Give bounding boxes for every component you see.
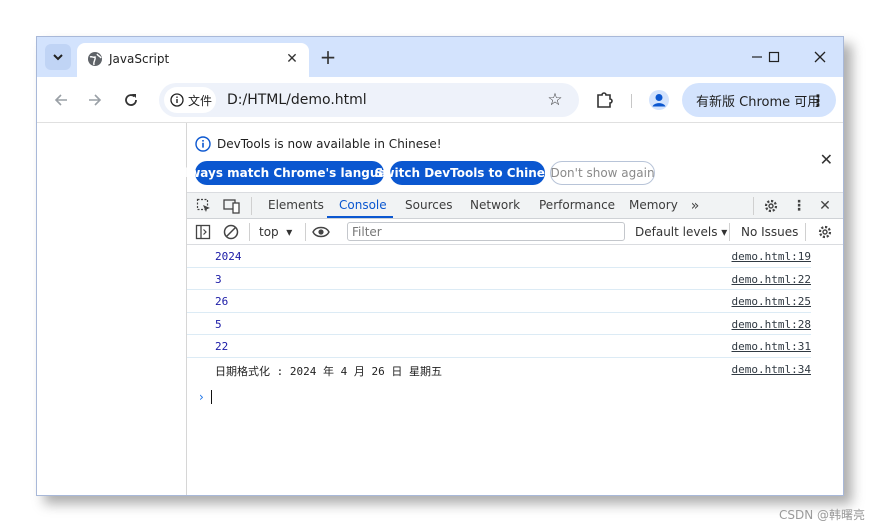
reload-icon: [125, 94, 137, 106]
arrow-right-icon: [89, 94, 102, 106]
back-button[interactable]: [49, 88, 73, 112]
toolbar-divider: [305, 223, 306, 241]
new-tab-button[interactable]: +: [317, 46, 339, 68]
address-bar[interactable]: 文件 D:/HTML/demo.html ☆: [159, 83, 579, 117]
tab-console[interactable]: Console: [339, 198, 387, 212]
always-match-language-button[interactable]: Always match Chrome's language: [176, 161, 403, 185]
browser-window: JavaScript ✕ + 文件 D:/HTML/demo.html ☆ 有新…: [36, 36, 844, 496]
reload-button[interactable]: [119, 88, 143, 112]
devtools-language-infobar: DevTools is now available in Chinese! Al…: [176, 123, 843, 193]
console-toolbar: top ▾ Default levels ▾ No Issues: [187, 219, 843, 245]
forward-button[interactable]: [83, 88, 107, 112]
tab-performance[interactable]: Performance: [539, 198, 615, 212]
source-link[interactable]: demo.html:19: [732, 250, 811, 263]
tab-title: JavaScript: [109, 52, 170, 66]
restore-button[interactable]: [760, 47, 788, 67]
tab-sources[interactable]: Sources: [405, 198, 452, 212]
close-icon[interactable]: ✕: [283, 50, 301, 68]
chrome-update-button[interactable]: 有新版 Chrome 可用 ⋮: [682, 83, 836, 117]
live-expression-eye-icon[interactable]: [312, 223, 330, 241]
console-message-row: 22 demo.html:31: [187, 335, 811, 358]
tab-javascript[interactable]: JavaScript ✕: [77, 43, 309, 77]
arrow-left-icon: [54, 94, 67, 106]
source-link[interactable]: demo.html:22: [732, 273, 811, 286]
console-filter-input[interactable]: [347, 222, 625, 241]
device-toolbar-icon[interactable]: [223, 197, 241, 215]
page-viewport: [37, 123, 187, 495]
toolbar-divider: [631, 94, 632, 108]
extensions-puzzle-icon[interactable]: [594, 88, 616, 110]
console-log-list: 2024 demo.html:19 3 demo.html:22 26 demo…: [187, 245, 843, 380]
console-message-row: 3 demo.html:22: [187, 268, 811, 290]
context-selector[interactable]: top ▾: [259, 225, 292, 239]
source-link[interactable]: demo.html:28: [732, 318, 811, 331]
info-icon: [170, 93, 184, 107]
site-info-label: 文件: [188, 93, 213, 108]
console-message-value: 3: [215, 272, 222, 286]
context-value: top: [259, 225, 279, 239]
close-icon: [814, 51, 826, 63]
sidebar-toggle-icon[interactable]: [194, 223, 212, 241]
source-link[interactable]: demo.html:25: [732, 295, 811, 308]
watermark: CSDN @韩曙亮: [778, 508, 865, 522]
console-message-value: 26: [215, 295, 229, 308]
update-button-label: 有新版 Chrome 可用: [696, 94, 821, 110]
tab-network[interactable]: Network: [470, 198, 520, 212]
toolbar-divider: [729, 223, 730, 241]
more-tabs-chevron-icon[interactable]: »: [686, 197, 704, 215]
console-message-value: 5: [215, 317, 222, 331]
console-prompt-chevron-icon: ›: [199, 390, 204, 404]
tab-strip: JavaScript ✕ +: [37, 37, 843, 77]
tab-divider: [251, 197, 252, 215]
close-icon[interactable]: ✕: [820, 150, 833, 169]
console-message-value: 2024: [215, 250, 242, 263]
info-icon: [195, 136, 211, 152]
console-message-value: 22: [215, 340, 229, 353]
inspect-element-icon[interactable]: [195, 197, 213, 215]
log-levels-dropdown[interactable]: Default levels ▾: [635, 225, 727, 239]
browser-toolbar: 文件 D:/HTML/demo.html ☆ 有新版 Chrome 可用 ⋮: [37, 77, 843, 123]
toolbar-divider: [249, 223, 250, 241]
tab-search-button[interactable]: [45, 44, 71, 70]
console-input-caret[interactable]: [211, 390, 212, 404]
issues-counter[interactable]: No Issues: [741, 225, 798, 239]
chevron-down-icon: [53, 54, 63, 61]
console-message-row: 2024 demo.html:19: [187, 245, 811, 268]
switch-to-chinese-button[interactable]: Switch DevTools to Chinese: [375, 161, 560, 185]
window-close-button[interactable]: [806, 47, 834, 67]
bookmark-star-icon[interactable]: ☆: [545, 90, 565, 110]
source-link[interactable]: demo.html:34: [732, 363, 811, 376]
globe-icon: [88, 52, 102, 66]
close-devtools-icon[interactable]: ✕: [816, 197, 834, 215]
dont-show-again-button[interactable]: Don't show again: [550, 161, 655, 185]
source-link[interactable]: demo.html:31: [732, 340, 811, 353]
toolbar-divider: [805, 223, 806, 241]
infobar-message: DevTools is now available in Chinese!: [217, 137, 442, 151]
site-info-chip[interactable]: 文件: [164, 87, 216, 113]
maximize-icon: [768, 51, 780, 63]
url-text[interactable]: D:/HTML/demo.html: [227, 92, 367, 108]
profile-avatar-icon[interactable]: [648, 89, 670, 111]
devtools-tab-bar: Elements Console Sources Network Perform…: [187, 193, 843, 219]
tab-elements[interactable]: Elements: [268, 198, 324, 212]
devtools-panel: DevTools is now available in Chinese! Al…: [176, 123, 843, 495]
active-tab-indicator: [327, 216, 393, 218]
console-message-text: 日期格式化 : 2024 年 4 月 26 日 星期五: [215, 364, 442, 378]
console-message-row: 日期格式化 : 2024 年 4 月 26 日 星期五 demo.html:34: [187, 358, 811, 381]
settings-gear-icon[interactable]: [762, 197, 780, 215]
console-message-row: 26 demo.html:25: [187, 290, 811, 313]
more-vert-icon[interactable]: ⋮: [790, 197, 808, 215]
clear-console-icon[interactable]: [222, 223, 240, 241]
tab-memory[interactable]: Memory: [629, 198, 678, 212]
tab-divider: [753, 197, 754, 215]
more-vert-icon: ⋮: [810, 91, 826, 110]
console-settings-gear-icon[interactable]: [816, 223, 834, 241]
log-levels-label: Default levels: [635, 225, 718, 239]
console-message-row: 5 demo.html:28: [187, 313, 811, 335]
